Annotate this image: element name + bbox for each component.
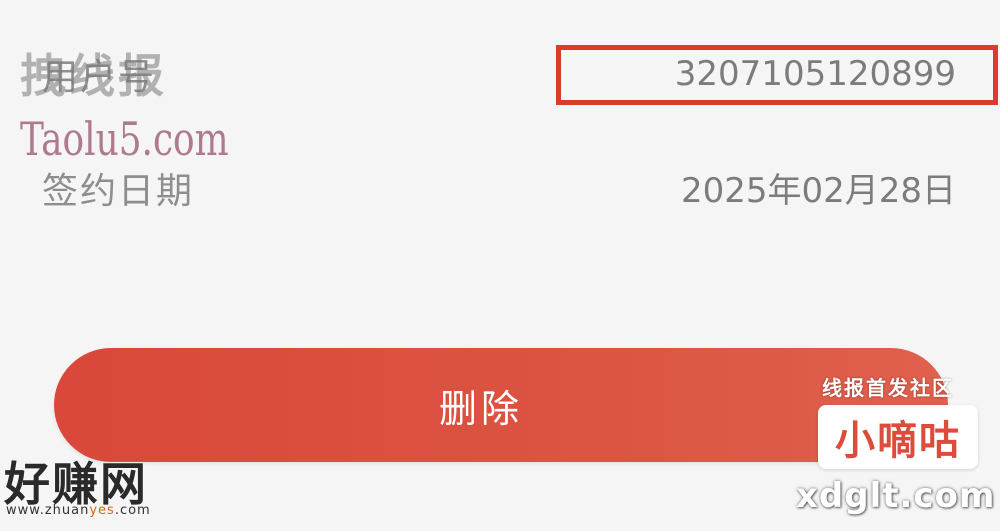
delete-button[interactable]: 删除 bbox=[54, 348, 948, 462]
sign-date-value: 2025年02月28日 bbox=[680, 171, 956, 211]
watermark-left-domain-accent: yes bbox=[89, 503, 115, 518]
watermark-right-domain: xdglt.com bbox=[796, 476, 996, 516]
highlight-annotation-box bbox=[556, 45, 998, 105]
watermark-right-brand-box: 小嘀咕 bbox=[818, 405, 978, 469]
watermark-top-left: 拽线报 bbox=[20, 49, 167, 103]
watermark-right-brand: 小嘀咕 bbox=[835, 418, 961, 464]
watermark-right-caption: 线报首发社区 bbox=[822, 376, 954, 400]
watermark-left-domain-prefix: www.zhuan bbox=[6, 503, 90, 518]
sign-date-label: 签约日期 bbox=[42, 171, 195, 212]
watermark-left-domain-suffix: .com bbox=[114, 503, 151, 518]
delete-button-label: 删除 bbox=[438, 386, 523, 431]
watermark-taolu: Taolu5.com bbox=[20, 112, 229, 166]
watermark-left-domain: www.zhuanyes.com bbox=[6, 503, 151, 518]
